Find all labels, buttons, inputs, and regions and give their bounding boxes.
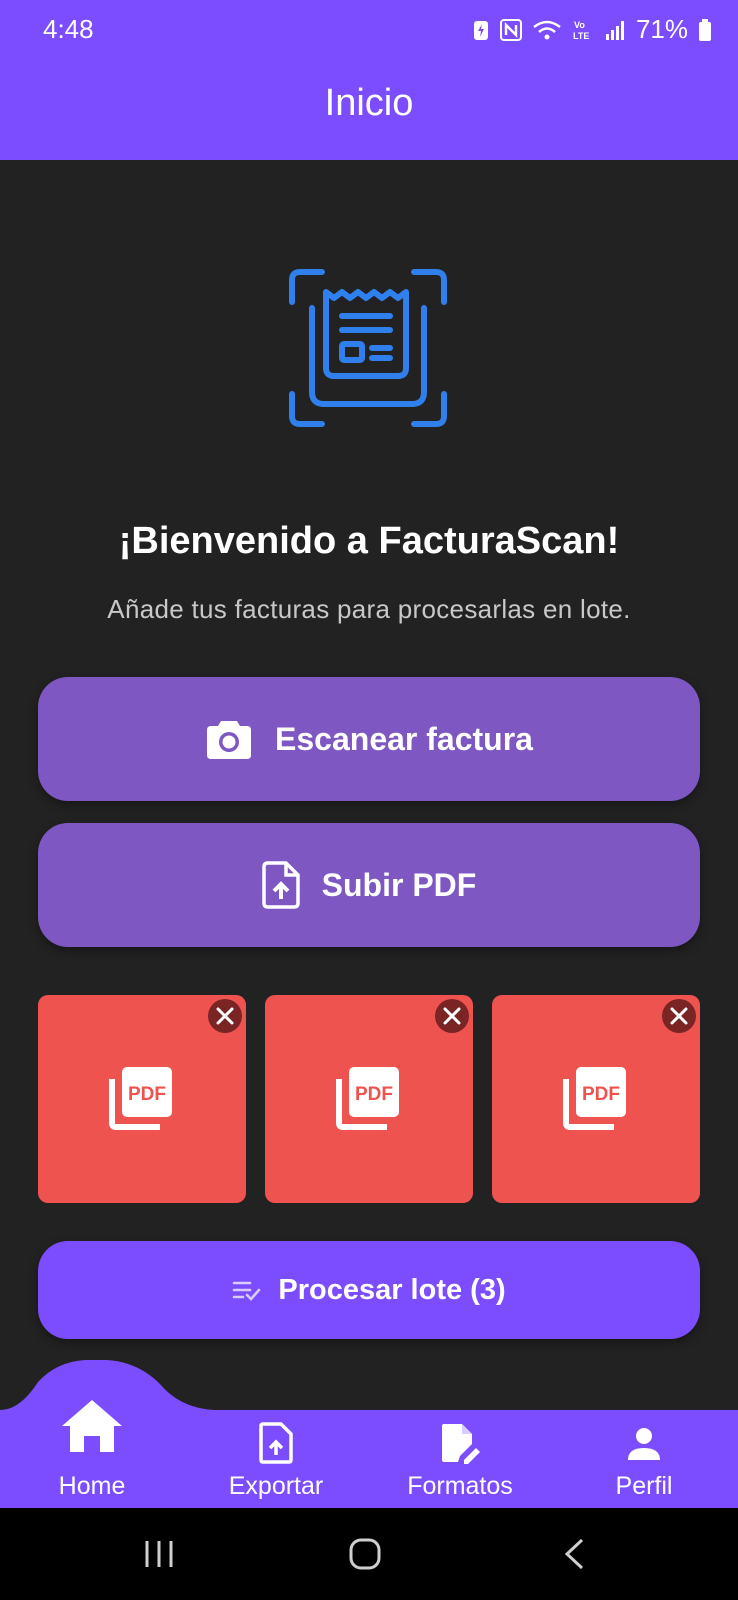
nav-item-formatos[interactable]: Formatos xyxy=(368,1410,552,1508)
welcome-subtitle: Añade tus facturas para procesarlas en l… xyxy=(107,594,631,624)
pdf-type-label: PDF xyxy=(128,1084,166,1105)
file-thumbnail[interactable]: PDF xyxy=(38,995,246,1203)
scan-invoice-label: Escanear factura xyxy=(275,720,533,757)
battery-icon xyxy=(699,18,711,41)
nav-label-formatos: Formatos xyxy=(407,1472,513,1500)
close-icon xyxy=(443,1007,461,1025)
recent-apps-icon[interactable] xyxy=(142,1539,176,1569)
file-upload-icon xyxy=(261,861,300,909)
receipt-scan-icon xyxy=(289,269,447,427)
bottom-nav: Home Exportar Formatos Perfil xyxy=(0,1400,738,1508)
close-icon xyxy=(216,1007,234,1025)
svg-text:Vo: Vo xyxy=(574,20,585,30)
wifi-icon xyxy=(533,20,561,39)
app-bar: Inicio xyxy=(0,60,738,160)
status-time: 4:48 xyxy=(43,14,94,44)
camera-icon xyxy=(207,721,252,759)
pdf-icon: PDF xyxy=(336,1067,399,1130)
volte-icon: Vo LTE xyxy=(573,20,589,41)
pdf-icon: PDF xyxy=(563,1067,626,1130)
pdf-type-label: PDF xyxy=(355,1084,393,1105)
nav-item-perfil[interactable]: Perfil xyxy=(552,1410,736,1508)
back-icon[interactable] xyxy=(562,1537,586,1571)
checklist-icon xyxy=(233,1281,261,1301)
remove-file-button[interactable] xyxy=(662,999,696,1033)
nfc-icon xyxy=(499,18,522,41)
process-batch-button[interactable]: Procesar lote (3) xyxy=(38,1241,700,1339)
home-system-icon[interactable] xyxy=(348,1537,382,1571)
signal-icon xyxy=(605,20,624,40)
export-icon xyxy=(259,1422,293,1464)
status-bar: 4:48 Vo LTE 71% xyxy=(0,0,738,60)
nav-label-exportar: Exportar xyxy=(228,1472,324,1500)
welcome-title: ¡Bienvenido a FacturaScan! xyxy=(118,520,620,562)
upload-pdf-button[interactable]: Subir PDF xyxy=(38,823,700,947)
process-batch-label: Procesar lote (3) xyxy=(278,1273,506,1306)
nav-item-home[interactable]: Home xyxy=(0,1400,184,1508)
status-icons: Vo LTE 71% xyxy=(472,14,712,45)
upload-pdf-label: Subir PDF xyxy=(321,866,477,903)
nav-label-home: Home xyxy=(58,1472,126,1500)
battery-saver-icon xyxy=(473,20,488,40)
remove-file-button[interactable] xyxy=(208,999,242,1033)
person-icon xyxy=(628,1428,660,1460)
system-nav-bar xyxy=(0,1508,738,1600)
pdf-type-label: PDF xyxy=(582,1084,620,1105)
nav-item-exportar[interactable]: Exportar xyxy=(184,1410,368,1508)
scan-invoice-button[interactable]: Escanear factura xyxy=(38,677,700,801)
home-icon xyxy=(62,1400,122,1452)
battery-percent: 71% xyxy=(635,14,688,44)
svg-text:LTE: LTE xyxy=(573,31,589,41)
nav-label-perfil: Perfil xyxy=(615,1472,673,1500)
pdf-icon: PDF xyxy=(109,1067,172,1130)
close-icon xyxy=(670,1007,688,1025)
remove-file-button[interactable] xyxy=(435,999,469,1033)
file-thumbnail[interactable]: PDF xyxy=(265,995,473,1203)
page-title: Inicio xyxy=(324,82,414,124)
edit-document-icon xyxy=(442,1424,480,1464)
file-thumbnail[interactable]: PDF xyxy=(492,995,700,1203)
